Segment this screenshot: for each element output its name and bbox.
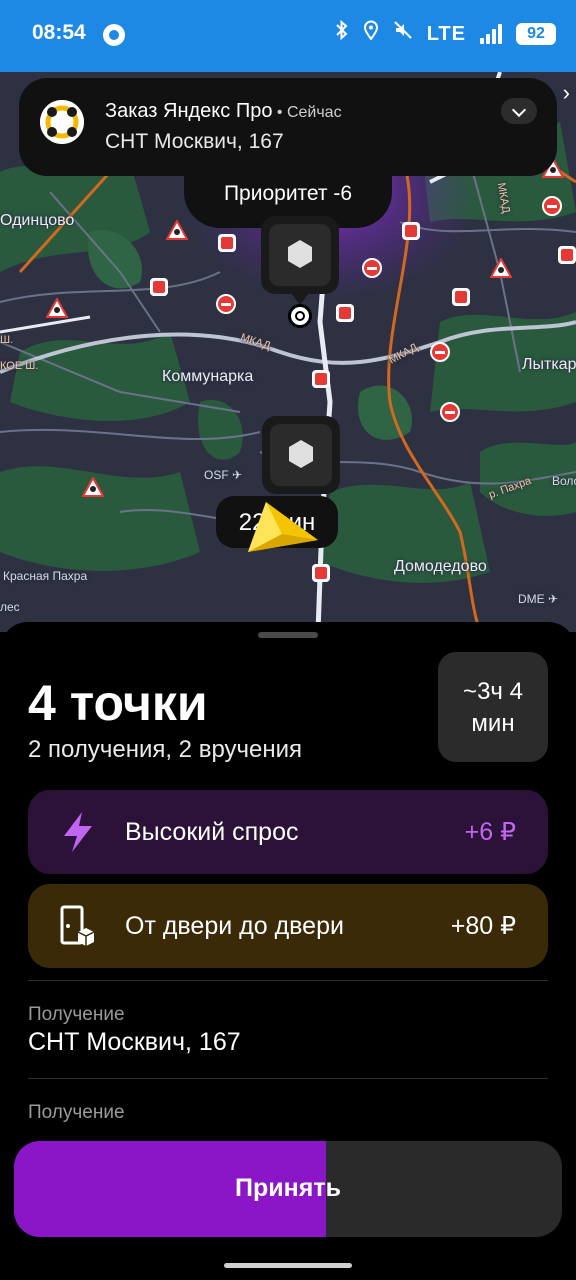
duration-card: ~3ч 4 мин (438, 652, 548, 762)
camera-icon (218, 234, 236, 252)
accept-button[interactable]: Принять (14, 1141, 562, 1237)
notification-address: СНТ Москвич, 167 (105, 130, 284, 153)
map-label-volo: Воло (552, 474, 576, 488)
package-icon (269, 224, 331, 286)
map-label-les: лес (0, 600, 20, 614)
battery-icon: 92 (516, 23, 556, 45)
status-bar: 08:54 LTE 92 (0, 0, 576, 72)
no-entry-icon (362, 258, 382, 278)
door-to-door-bonus[interactable]: От двери до двери +80 ₽ (28, 884, 548, 968)
roadwork-icon (46, 298, 68, 318)
bluetooth-icon (335, 19, 349, 48)
status-time: 08:54 (32, 21, 86, 44)
notification-title: Заказ Яндекс Про • Сейчас (105, 100, 342, 122)
map-label-domodedovo: Домодедово (394, 558, 487, 575)
bonus-value: +6 ₽ (464, 818, 516, 846)
route-point-type: Получение (28, 1004, 125, 1025)
mute-icon (393, 20, 413, 48)
order-subtitle: 2 получения, 2 вручения (28, 736, 303, 763)
roadwork-icon (166, 220, 188, 240)
lightning-icon (64, 812, 92, 852)
sheet-drag-handle[interactable] (258, 632, 318, 638)
pickup-pin[interactable] (261, 216, 339, 294)
camera-icon (402, 222, 420, 240)
roadwork-icon (82, 477, 104, 497)
route-point-address: СНТ Москвич, 167 (28, 1028, 241, 1056)
accept-label: Принять (235, 1174, 341, 1202)
divider (28, 980, 548, 981)
navigation-arrow-icon (248, 502, 318, 552)
status-icons: LTE 92 (335, 19, 556, 48)
map-label-lytkarino: Лыткар (522, 356, 576, 373)
yandex-pro-logo-icon (40, 100, 84, 144)
route-point-marker (288, 304, 312, 328)
roadwork-icon (490, 258, 512, 278)
map-label-odintsovo: Одинцово (0, 212, 75, 229)
expand-notification-button[interactable] (501, 98, 537, 124)
door-icon (60, 905, 95, 946)
package-icon (270, 424, 332, 486)
bonus-label: От двери до двери (125, 912, 344, 940)
camera-icon (150, 278, 168, 296)
bonus-label: Высокий спрос (125, 818, 299, 846)
camera-icon (336, 304, 354, 322)
order-notification[interactable]: Заказ Яндекс Про • Сейчас СНТ Москвич, 1… (19, 78, 557, 176)
map-label-koe-sh: КОЕ Ш. (0, 360, 39, 372)
bonus-value: +80 ₽ (450, 912, 516, 940)
notification-time: Сейчас (286, 104, 342, 121)
no-entry-icon (216, 294, 236, 314)
map-label-osf: OSF ✈ (204, 468, 243, 482)
camera-icon (558, 246, 576, 264)
map-label-krasnaya-pakhra: Красная Пахра (3, 569, 88, 583)
app-notification-icon (103, 24, 125, 46)
camera-icon (312, 370, 330, 388)
map-label-sh: Ш. (0, 334, 14, 346)
route-point-type: Получение (28, 1102, 125, 1123)
no-entry-icon (430, 342, 450, 362)
network-type: LTE (426, 22, 466, 45)
camera-icon (312, 564, 330, 582)
camera-icon (452, 288, 470, 306)
home-indicator[interactable] (224, 1263, 352, 1268)
chevron-right-icon[interactable]: › (563, 80, 570, 106)
location-icon (363, 20, 379, 48)
no-entry-icon (542, 196, 562, 216)
order-bottom-sheet[interactable]: 4 точки 2 получения, 2 вручения ~3ч 4 ми… (0, 622, 576, 1280)
delivery-pin[interactable] (262, 416, 340, 494)
duration-label: ~3ч 4 мин (463, 678, 523, 737)
order-title: 4 точки (28, 675, 208, 731)
map-label-kommunarka: Коммунарка (162, 368, 254, 385)
divider (28, 1078, 548, 1079)
map-label-dme: DME ✈ (518, 592, 559, 606)
priority-label: Приоритет -6 (223, 182, 353, 205)
signal-icon (480, 24, 502, 44)
no-entry-icon (440, 402, 460, 422)
high-demand-bonus[interactable]: Высокий спрос +6 ₽ (28, 790, 548, 874)
